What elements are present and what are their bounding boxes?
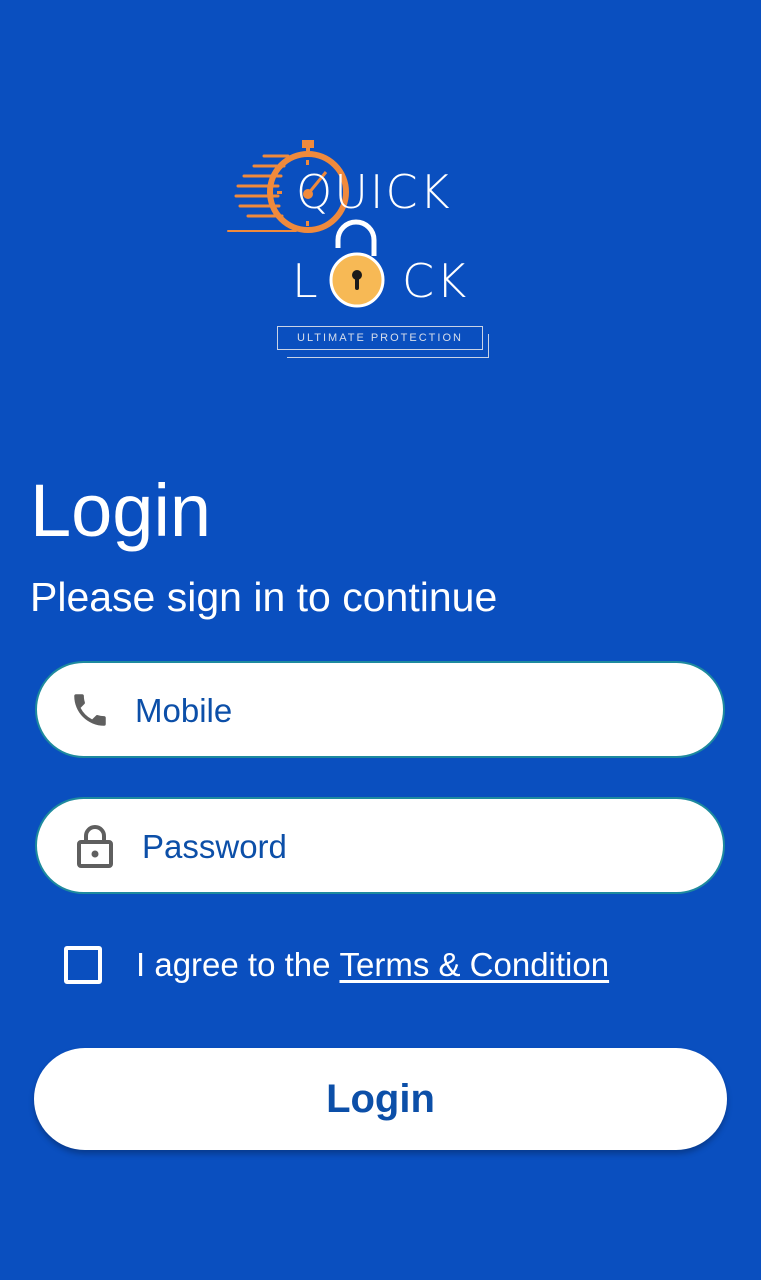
logo-tagline: ULTIMATE PROTECTION [277, 326, 483, 350]
mobile-input[interactable] [133, 685, 657, 737]
password-field[interactable] [35, 797, 725, 894]
terms-checkbox[interactable] [64, 946, 102, 984]
page-title: Login [30, 469, 212, 552]
logo-word-lock-end: CK [402, 254, 469, 308]
password-input[interactable] [140, 821, 664, 873]
logo-word-lock-start: L [292, 254, 320, 308]
phone-icon [69, 689, 111, 731]
login-button[interactable]: Login [34, 1048, 727, 1150]
mobile-field[interactable] [35, 661, 725, 758]
app-logo: QUICK L CK ULTIMATE PROTECTION [226, 136, 496, 366]
login-screen: QUICK L CK ULTIMATE PROTECTION Login Ple… [0, 0, 761, 1280]
page-subtitle: Please sign in to continue [30, 574, 498, 620]
padlock-icon [75, 823, 115, 869]
terms-agreement-row: I agree to the Terms & Condition [64, 943, 609, 987]
logo-word-quick: QUICK [296, 165, 452, 219]
terms-agree-text: I agree to the [136, 946, 331, 983]
terms-link[interactable]: Terms & Condition [339, 946, 609, 984]
lock-shackle [335, 219, 377, 256]
